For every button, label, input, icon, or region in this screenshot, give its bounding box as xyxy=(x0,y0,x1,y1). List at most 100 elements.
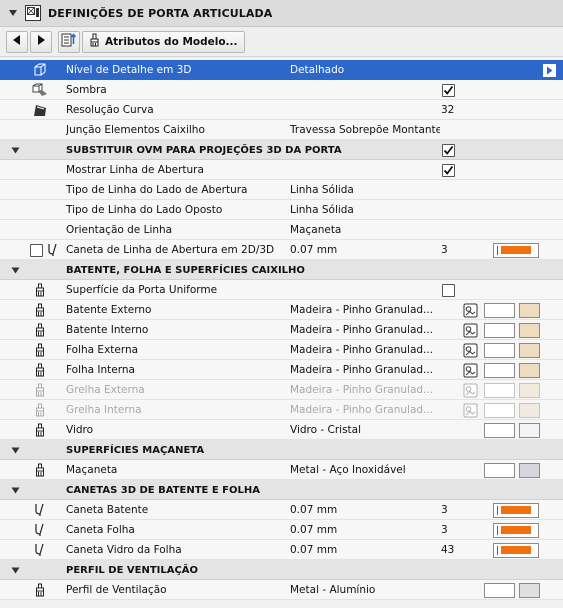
material-color[interactable] xyxy=(519,382,540,398)
material-picker-icon[interactable] xyxy=(462,340,478,360)
parameter-value[interactable]: Madeira - Pinho Granulad... xyxy=(290,300,440,320)
parameter-number[interactable]: 32 xyxy=(441,100,481,120)
material-color[interactable] xyxy=(519,582,540,598)
parameter-row[interactable]: Batente Externo Madeira - Pinho Granulad.… xyxy=(0,300,563,320)
parameter-value[interactable]: Madeira - Pinho Granulad... xyxy=(290,360,440,380)
parameter-checkbox[interactable] xyxy=(440,280,456,300)
pen-color-swatch[interactable] xyxy=(493,520,539,540)
parameter-value[interactable]: Madeira - Pinho Granulad... xyxy=(290,380,440,400)
material-swatch-blank[interactable] xyxy=(484,402,515,418)
parameter-checkbox[interactable] xyxy=(440,140,456,160)
material-color-swatch[interactable] xyxy=(519,580,540,600)
chevron-down-icon[interactable] xyxy=(8,440,22,460)
material-swatch-blank[interactable] xyxy=(484,342,515,358)
material-color[interactable] xyxy=(519,302,540,318)
parameter-row[interactable]: Tipo de Linha do Lado Oposto Linha Sólida xyxy=(0,200,563,220)
next-button[interactable] xyxy=(30,30,52,53)
material-color-swatch[interactable] xyxy=(519,420,540,440)
material-picker-icon[interactable] xyxy=(462,320,478,340)
material-swatch-blank[interactable] xyxy=(484,382,515,398)
material-swatch[interactable] xyxy=(484,460,515,480)
material-color-swatch[interactable] xyxy=(519,380,540,400)
dropdown-arrow-button[interactable] xyxy=(542,60,556,80)
parameter-value[interactable]: 0.07 mm xyxy=(290,540,440,560)
pen-color-swatch[interactable] xyxy=(493,500,539,520)
material-swatch[interactable] xyxy=(484,400,515,420)
row-toggle-checkbox[interactable] xyxy=(30,240,44,260)
material-color-swatch[interactable] xyxy=(519,300,540,320)
parameter-row[interactable]: Caneta Batente 0.07 mm 3 xyxy=(0,500,563,520)
material-swatch[interactable] xyxy=(484,360,515,380)
material-swatch[interactable] xyxy=(484,420,515,440)
material-picker-icon[interactable] xyxy=(462,300,478,320)
parameter-row[interactable]: Orientação de Linha Maçaneta xyxy=(0,220,563,240)
parameter-row[interactable]: Caneta Vidro da Folha 0.07 mm 43 xyxy=(0,540,563,560)
chevron-down-icon[interactable] xyxy=(8,140,22,160)
parameter-row[interactable]: Nível de Detalhe em 3D Detalhado xyxy=(0,60,563,80)
section-header-row[interactable]: BATENTE, FOLHA E SUPERFÍCIES CAIXILHO xyxy=(0,260,563,280)
parameter-value[interactable]: Madeira - Pinho Granulad... xyxy=(290,400,440,420)
chevron-down-icon[interactable] xyxy=(8,560,22,580)
collapse-icon[interactable] xyxy=(6,6,20,20)
parameter-row[interactable]: Resolução Curva 32 xyxy=(0,100,563,120)
parameter-row[interactable]: Sombra xyxy=(0,80,563,100)
parameter-checkbox[interactable] xyxy=(440,160,456,180)
parameter-row[interactable]: Grelha Externa Madeira - Pinho Granulad..… xyxy=(0,380,563,400)
material-swatch[interactable] xyxy=(484,580,515,600)
material-picker-icon[interactable] xyxy=(462,380,478,400)
material-color-swatch[interactable] xyxy=(519,360,540,380)
parameter-row[interactable]: Perfil de Ventilação Metal - Alumínio xyxy=(0,580,563,600)
parameter-value[interactable]: 0.07 mm xyxy=(290,520,440,540)
pen-preview[interactable] xyxy=(493,242,539,258)
material-swatch-blank[interactable] xyxy=(484,322,515,338)
parameter-value[interactable]: Metal - Alumínio xyxy=(290,580,440,600)
parameter-row[interactable]: Junção Elementos Caixilho Travessa Sobrep… xyxy=(0,120,563,140)
checkbox[interactable] xyxy=(441,283,455,297)
section-header-row[interactable]: PERFIL DE VENTILAÇÃO xyxy=(0,560,563,580)
parameter-row[interactable]: Vidro Vidro - Cristal xyxy=(0,420,563,440)
material-swatch[interactable] xyxy=(484,340,515,360)
parameter-row[interactable]: Caneta Folha 0.07 mm 3 xyxy=(0,520,563,540)
material-swatch-blank[interactable] xyxy=(484,422,515,438)
checkbox[interactable] xyxy=(30,243,43,257)
parameter-row[interactable]: Folha Interna Madeira - Pinho Granulad... xyxy=(0,360,563,380)
parameter-value[interactable]: Vidro - Cristal xyxy=(290,420,440,440)
pen-preview[interactable] xyxy=(493,542,539,558)
parameter-value[interactable]: 0.07 mm xyxy=(290,500,440,520)
parameter-value[interactable]: Linha Sólida xyxy=(290,200,440,220)
parameter-row[interactable]: Maçaneta Metal - Aço Inoxidável xyxy=(0,460,563,480)
parameter-value[interactable]: Linha Sólida xyxy=(290,180,440,200)
parameter-value[interactable]: Metal - Aço Inoxidável xyxy=(290,460,440,480)
parameter-checkbox[interactable] xyxy=(440,80,456,100)
parameter-number[interactable]: 3 xyxy=(441,520,481,540)
material-color-swatch[interactable] xyxy=(519,400,540,420)
material-swatch[interactable] xyxy=(484,300,515,320)
checkbox[interactable] xyxy=(441,143,455,157)
pen-preview[interactable] xyxy=(493,502,539,518)
parameter-value[interactable]: Travessa Sobrepõe Montante xyxy=(290,120,440,140)
parameter-value[interactable]: 0.07 mm xyxy=(290,240,440,260)
material-swatch[interactable] xyxy=(484,380,515,400)
parameter-value[interactable]: Maçaneta xyxy=(290,220,440,240)
material-swatch-blank[interactable] xyxy=(484,362,515,378)
material-swatch[interactable] xyxy=(484,320,515,340)
material-color[interactable] xyxy=(519,342,540,358)
material-color[interactable] xyxy=(519,362,540,378)
parameter-row[interactable]: Tipo de Linha do Lado de Abertura Linha S… xyxy=(0,180,563,200)
material-color[interactable] xyxy=(519,402,540,418)
material-color[interactable] xyxy=(519,322,540,338)
pen-color-swatch[interactable] xyxy=(493,540,539,560)
material-color[interactable] xyxy=(519,462,540,478)
material-picker-icon[interactable] xyxy=(462,360,478,380)
triangle-right-icon[interactable] xyxy=(542,63,556,77)
parameter-row[interactable]: Superfície da Porta Uniforme xyxy=(0,280,563,300)
parameter-row[interactable]: Folha Externa Madeira - Pinho Granulad... xyxy=(0,340,563,360)
checkbox[interactable] xyxy=(441,163,455,177)
parameter-row[interactable]: Caneta de Linha de Abertura em 2D/3D 0.07… xyxy=(0,240,563,260)
parameter-value[interactable]: Madeira - Pinho Granulad... xyxy=(290,320,440,340)
section-header-row[interactable]: CANETAS 3D DE BATENTE E FOLHA xyxy=(0,480,563,500)
material-picker-icon[interactable] xyxy=(462,400,478,420)
parameter-number[interactable]: 3 xyxy=(441,500,481,520)
material-color-swatch[interactable] xyxy=(519,460,540,480)
panel-header[interactable]: DEFINIÇÕES DE PORTA ARTICULADA xyxy=(0,0,563,27)
